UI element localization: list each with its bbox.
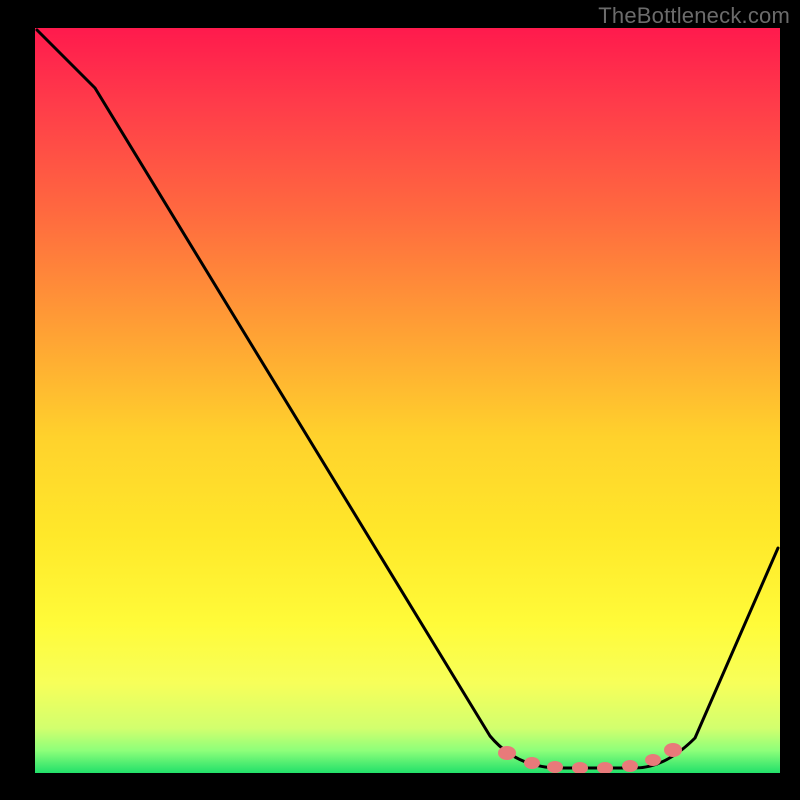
watermark-text: TheBottleneck.com: [598, 3, 790, 29]
plot-area: [35, 28, 780, 773]
bottleneck-curve: [37, 30, 778, 768]
chart-frame: TheBottleneck.com: [0, 0, 800, 800]
curve-layer: [35, 28, 780, 773]
